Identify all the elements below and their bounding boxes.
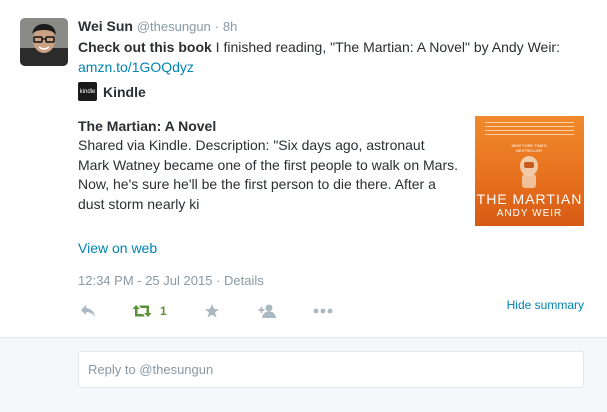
view-on-web-link[interactable]: View on web (78, 240, 157, 256)
hide-summary-link[interactable]: Hide summary (507, 298, 584, 312)
card-description: Shared via Kindle. Description: "Six day… (78, 137, 458, 212)
retweet-icon (132, 305, 152, 317)
tweet-link[interactable]: amzn.to/1GOQdyz (78, 59, 194, 75)
cover-title: THE MARTIAN (476, 191, 583, 207)
kindle-logo-icon: kindle (78, 82, 97, 101)
cover-author: ANDY WEIR (496, 208, 563, 219)
tweet-text-rest: I finished reading, "The Martian: A Nove… (211, 39, 560, 55)
username[interactable]: @thesungun (137, 19, 211, 34)
favorite-button[interactable] (204, 301, 220, 321)
tweet-text-bold: Check out this book (78, 39, 212, 55)
full-timestamp[interactable]: 12:34 PM - 25 Jul 2015 (78, 273, 212, 288)
reply-input[interactable]: Reply to @thesungun (78, 351, 584, 388)
book-cover-image[interactable]: NEW YORK TIMES BESTSELLER THE MARTIAN AN… (475, 116, 584, 226)
card-source-name: Kindle (103, 83, 146, 100)
avatar[interactable] (20, 18, 68, 66)
fullname[interactable]: Wei Sun (78, 18, 133, 34)
follow-button[interactable] (258, 301, 278, 321)
timestamp-link[interactable]: 8h (223, 19, 237, 34)
card-source[interactable]: kindle Kindle (78, 82, 146, 101)
card-title[interactable]: The Martian: A Novel (78, 118, 216, 134)
retweet-count: 1 (160, 304, 167, 318)
reply-button[interactable] (80, 301, 96, 321)
avatar-photo (20, 18, 68, 66)
tweet: Wei Sun @thesungun · 8h Check out this b… (0, 0, 607, 338)
favorite-icon (205, 304, 219, 318)
reply-area: Reply to @thesungun (0, 338, 607, 412)
details-link[interactable]: Details (224, 273, 264, 288)
separator-dot: · (214, 19, 220, 34)
retweet-button[interactable]: 1 (132, 301, 167, 321)
tweet-text: Check out this book I finished reading, … (78, 37, 588, 77)
more-button[interactable] (313, 301, 333, 321)
follow-icon (258, 304, 276, 318)
more-icon (313, 308, 333, 314)
tweet-meta: 12:34 PM - 25 Jul 2015 · Details (78, 273, 264, 288)
reply-icon (81, 305, 95, 317)
meta-separator: · (212, 273, 224, 288)
tweet-header: Wei Sun @thesungun · 8h (78, 18, 237, 34)
